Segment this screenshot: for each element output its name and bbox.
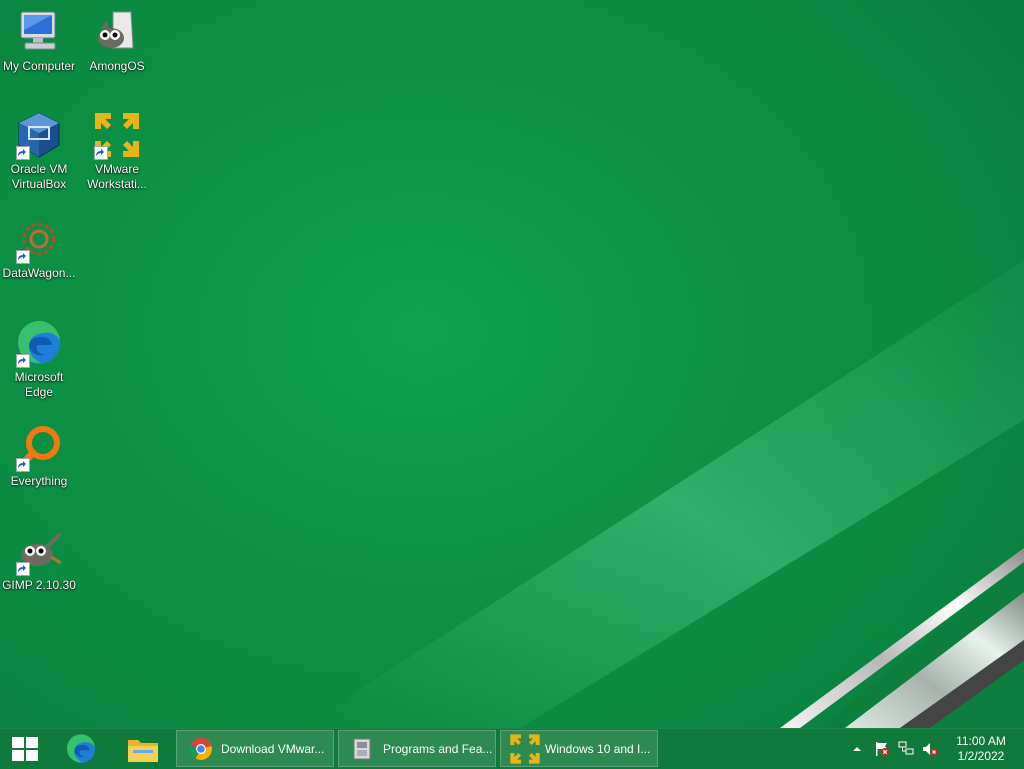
- taskbar-window-label: Programs and Fea...: [383, 742, 493, 756]
- taskbar-window-label: Windows 10 and I...: [545, 742, 651, 756]
- desktop-icon-my-computer[interactable]: My Computer: [0, 8, 78, 74]
- datawagon-gear-icon: [15, 215, 63, 264]
- tray-action-center[interactable]: [872, 729, 892, 769]
- edge-icon: [15, 319, 63, 368]
- virtualbox-icon: [15, 111, 63, 160]
- shortcut-arrow-icon: [94, 146, 108, 160]
- tray-volume[interactable]: [920, 729, 940, 769]
- desktop-icon-label: My Computer: [2, 59, 76, 73]
- taskbar-window-programs-features[interactable]: Programs and Fea...: [338, 730, 496, 767]
- gimp-icon: [15, 527, 63, 576]
- taskbar-clock[interactable]: 11:00 AM 1/2/2022: [948, 729, 1014, 769]
- desktop-icon-virtualbox[interactable]: Oracle VM VirtualBox: [0, 111, 78, 192]
- desktop-wallpaper: [0, 0, 1024, 728]
- desktop-icon-label: Everything: [10, 474, 68, 488]
- chevron-up-icon: [853, 747, 861, 751]
- file-explorer-icon: [128, 740, 158, 762]
- gimp-wilber-icon: [93, 8, 141, 56]
- vmware-icon: [93, 111, 141, 160]
- control-panel-icon: [353, 738, 371, 760]
- taskbar-pinned-file-explorer[interactable]: [118, 729, 168, 769]
- desktop-icon-datawagon[interactable]: DataWagon...: [0, 215, 78, 281]
- volume-muted-icon: [923, 743, 938, 756]
- shortcut-arrow-icon: [16, 354, 30, 368]
- taskbar-window-vmware[interactable]: Windows 10 and I...: [500, 730, 658, 767]
- desktop-icon-microsoft-edge[interactable]: Microsoft Edge: [0, 319, 78, 400]
- clock-time: 11:00 AM: [956, 734, 1006, 748]
- vmware-icon: [510, 734, 540, 764]
- desktop-icon-label: GIMP 2.10.30: [2, 578, 76, 592]
- tray-network[interactable]: [896, 729, 916, 769]
- action-center-flag-icon: [876, 742, 889, 756]
- taskbar-window-label: Download VMwar...: [221, 742, 325, 756]
- taskbar-pinned-edge[interactable]: [56, 729, 106, 769]
- desktop-icon-vmware[interactable]: VMware Workstati...: [78, 111, 156, 192]
- shortcut-arrow-icon: [16, 562, 30, 576]
- taskbar: Download VMwar... Programs and Fea... Wi…: [0, 728, 1024, 769]
- my-computer-icon: [15, 8, 63, 56]
- everything-search-icon: [15, 423, 63, 472]
- chrome-icon: [189, 738, 212, 760]
- desktop-icon-label: AmongOS: [89, 59, 145, 73]
- desktop-icon-amongos[interactable]: AmongOS: [78, 8, 156, 74]
- desktop-icon-everything[interactable]: Everything: [0, 423, 78, 489]
- shortcut-arrow-icon: [16, 250, 30, 264]
- windows-start-icon: [12, 737, 38, 761]
- start-button[interactable]: [0, 729, 50, 769]
- desktop-icon-label: Microsoft Edge: [14, 370, 64, 399]
- desktop-icon-gimp[interactable]: GIMP 2.10.30: [0, 527, 78, 593]
- network-icon: [898, 741, 914, 755]
- edge-icon: [66, 734, 95, 763]
- shortcut-arrow-icon: [16, 146, 30, 160]
- shortcut-arrow-icon: [16, 458, 30, 472]
- tray-overflow-button[interactable]: [848, 729, 866, 769]
- desktop-icon-label: VMware Workstati...: [87, 162, 147, 191]
- desktop-icon-label: Oracle VM VirtualBox: [10, 162, 68, 191]
- clock-date: 1/2/2022: [957, 749, 1005, 763]
- desktop-icon-label: DataWagon...: [2, 266, 76, 280]
- taskbar-window-chrome[interactable]: Download VMwar...: [176, 730, 334, 767]
